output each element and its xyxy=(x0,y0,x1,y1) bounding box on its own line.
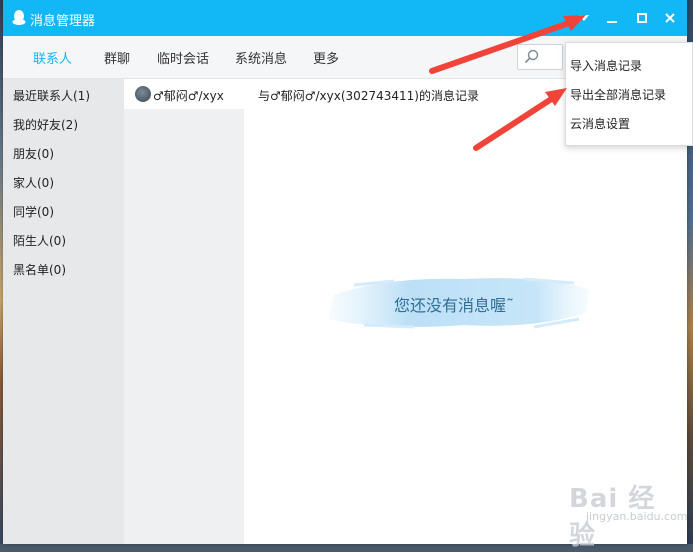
group-friends[interactable]: 朋友(0) xyxy=(13,145,54,162)
avatar xyxy=(135,86,151,102)
contact-groups-pane: 最近联系人(1) 我的好友(2) 朋友(0) 家人(0) 同学(0) 陌生人(0… xyxy=(3,79,124,544)
contact-row[interactable]: ♂郁闷♂/xyx xyxy=(124,79,244,109)
chevron-down-icon xyxy=(579,14,589,21)
watermark-url: jingyan.baidu.com xyxy=(586,510,688,523)
title-bar: 消息管理器 xyxy=(3,0,687,36)
contact-name: ♂郁闷♂/xyx xyxy=(153,89,224,103)
tab-group-chats[interactable]: 群聊 xyxy=(104,48,130,67)
minimize-icon xyxy=(607,21,617,23)
menu-dropdown-button[interactable] xyxy=(574,8,594,28)
menu-item-export-all-records[interactable]: 导出全部消息记录 xyxy=(570,86,666,103)
menu-item-import-records[interactable]: 导入消息记录 xyxy=(570,57,642,74)
group-recent-contacts[interactable]: 最近联系人(1) xyxy=(13,87,90,104)
window-title: 消息管理器 xyxy=(30,14,96,29)
group-blacklist[interactable]: 黑名单(0) xyxy=(13,261,66,278)
tab-system-messages[interactable]: 系统消息 xyxy=(235,48,287,67)
group-my-friends[interactable]: 我的好友(2) xyxy=(13,116,78,133)
group-classmates[interactable]: 同学(0) xyxy=(13,203,54,220)
group-strangers[interactable]: 陌生人(0) xyxy=(13,232,66,249)
tab-temp-sessions[interactable]: 临时会话 xyxy=(157,48,209,67)
maximize-button[interactable] xyxy=(632,8,652,28)
close-icon xyxy=(665,13,675,23)
maximize-icon xyxy=(637,13,647,23)
penguin-logo-icon xyxy=(12,10,26,25)
record-title: 与♂郁闷♂/xyx(302743411)的消息记录 xyxy=(258,89,479,103)
baidu-jingyan-watermark: Bai 经验 jingyan.baidu.com xyxy=(530,478,688,551)
menu-item-cloud-settings[interactable]: 云消息设置 xyxy=(570,115,630,132)
close-button[interactable] xyxy=(660,8,680,28)
group-family[interactable]: 家人(0) xyxy=(13,174,54,191)
search-icon xyxy=(524,49,539,64)
contact-list-pane: ♂郁闷♂/xyx xyxy=(124,79,244,544)
empty-state-text: 您还没有消息喔˜ xyxy=(394,296,515,315)
message-record-pane: 与♂郁闷♂/xyx(302743411)的消息记录 您还没有消息喔˜ xyxy=(244,79,687,544)
tab-contacts[interactable]: 联系人 xyxy=(33,48,72,67)
search-input[interactable] xyxy=(517,44,563,70)
minimize-button[interactable] xyxy=(602,8,622,28)
settings-dropdown-menu: 导入消息记录 导出全部消息记录 云消息设置 xyxy=(565,42,693,146)
tab-more[interactable]: 更多 xyxy=(313,48,339,67)
